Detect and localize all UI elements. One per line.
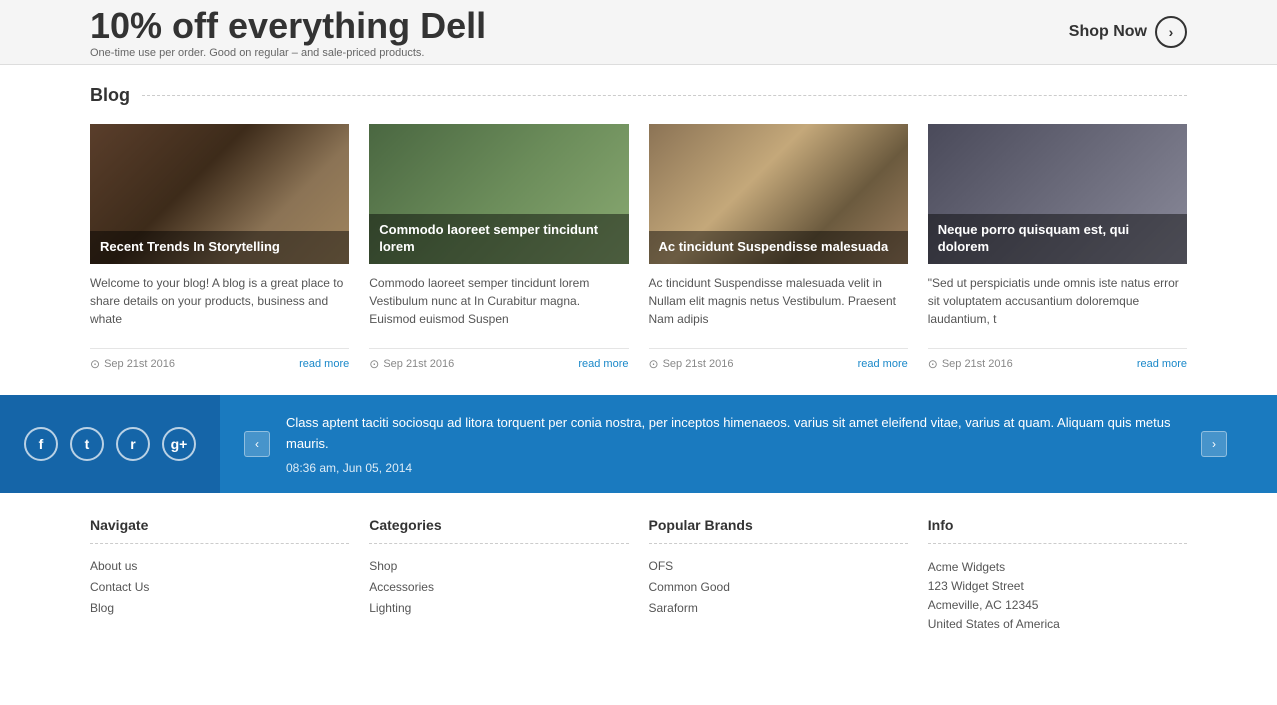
- categories-shop-link[interactable]: Shop: [369, 559, 397, 573]
- testimonial-content: Class aptent taciti sociosqu ad litora t…: [270, 413, 1201, 475]
- banner-title: 10% off everything Dell: [90, 5, 486, 47]
- list-item: Blog: [90, 600, 349, 615]
- blog-card-title-3: Ac tincidunt Suspendisse malesuada: [649, 231, 908, 264]
- twitter-icon[interactable]: t: [70, 427, 104, 461]
- blog-card-footer-3: ⊙ Sep 21st 2016 read more: [649, 348, 908, 371]
- blog-card-image-3: Ac tincidunt Suspendisse malesuada: [649, 124, 908, 264]
- shop-now-button[interactable]: Shop Now ›: [1069, 16, 1187, 48]
- blog-card-title-1: Recent Trends In Storytelling: [90, 231, 349, 264]
- navigate-blog-link[interactable]: Blog: [90, 601, 114, 615]
- blog-card-excerpt-2: Commodo laoreet semper tincidunt lorem V…: [369, 274, 628, 328]
- blog-card-date-text-3: Sep 21st 2016: [663, 358, 734, 370]
- list-item: OFS: [649, 558, 908, 573]
- list-item: Accessories: [369, 579, 628, 594]
- footer-address: Acme Widgets123 Widget StreetAcmeville, …: [928, 558, 1187, 635]
- blog-card-2: Commodo laoreet semper tincidunt lorem C…: [369, 124, 628, 371]
- facebook-icon[interactable]: f: [24, 427, 58, 461]
- footer-brands-divider: [649, 543, 908, 544]
- blog-card-date-text-2: Sep 21st 2016: [383, 358, 454, 370]
- rss-icon[interactable]: r: [116, 427, 150, 461]
- shop-now-label: Shop Now: [1069, 23, 1147, 41]
- clock-icon-3: ⊙: [649, 357, 659, 371]
- list-item: Lighting: [369, 600, 628, 615]
- banner: 10% off everything Dell One-time use per…: [0, 0, 1277, 65]
- blog-card-image-4: Neque porro quisquam est, qui dolorem: [928, 124, 1187, 264]
- read-more-link-2[interactable]: read more: [578, 358, 628, 370]
- footer-info-divider: [928, 543, 1187, 544]
- testimonial-prev-button[interactable]: ‹: [244, 431, 270, 457]
- testimonial-bar: ‹ Class aptent taciti sociosqu ad litora…: [220, 395, 1277, 493]
- footer-info: Info Acme Widgets123 Widget StreetAcmevi…: [928, 517, 1187, 635]
- social-testimonial-bar: f t r g+ ‹ Class aptent taciti sociosqu …: [0, 395, 1277, 493]
- brands-common-good-link[interactable]: Common Good: [649, 580, 730, 594]
- footer-categories-list: Shop Accessories Lighting: [369, 558, 628, 615]
- footer-brands-list: OFS Common Good Saraform: [649, 558, 908, 615]
- brands-saraform-link[interactable]: Saraform: [649, 601, 698, 615]
- read-more-link-4[interactable]: read more: [1137, 358, 1187, 370]
- testimonial-date: 08:36 am, Jun 05, 2014: [286, 461, 1185, 475]
- footer-navigate: Navigate About us Contact Us Blog: [90, 517, 349, 635]
- footer-navigate-list: About us Contact Us Blog: [90, 558, 349, 615]
- list-item: Contact Us: [90, 579, 349, 594]
- social-bar: f t r g+: [0, 395, 220, 493]
- footer-categories: Categories Shop Accessories Lighting: [369, 517, 628, 635]
- blog-card-excerpt-1: Welcome to your blog! A blog is a great …: [90, 274, 349, 328]
- blog-card-body-4: "Sed ut perspiciatis unde omnis iste nat…: [928, 264, 1187, 348]
- blog-card-title-4: Neque porro quisquam est, qui dolorem: [928, 214, 1187, 264]
- blog-card-footer-2: ⊙ Sep 21st 2016 read more: [369, 348, 628, 371]
- shop-now-arrow-icon: ›: [1155, 16, 1187, 48]
- navigate-about-link[interactable]: About us: [90, 559, 137, 573]
- blog-card-excerpt-4: "Sed ut perspiciatis unde omnis iste nat…: [928, 274, 1187, 328]
- blog-card-body-3: Ac tincidunt Suspendisse malesuada velit…: [649, 264, 908, 348]
- categories-lighting-link[interactable]: Lighting: [369, 601, 411, 615]
- blog-card-title-2: Commodo laoreet semper tincidunt lorem: [369, 214, 628, 264]
- blog-card-date-4: ⊙ Sep 21st 2016: [928, 357, 1013, 371]
- list-item: Saraform: [649, 600, 908, 615]
- categories-accessories-link[interactable]: Accessories: [369, 580, 434, 594]
- blog-card-date-text-1: Sep 21st 2016: [104, 358, 175, 370]
- footer-popular-brands: Popular Brands OFS Common Good Saraform: [649, 517, 908, 635]
- blog-card-3: Ac tincidunt Suspendisse malesuada Ac ti…: [649, 124, 908, 371]
- list-item: About us: [90, 558, 349, 573]
- blog-card-date-1: ⊙ Sep 21st 2016: [90, 357, 175, 371]
- clock-icon-4: ⊙: [928, 357, 938, 371]
- banner-subtitle: One-time use per order. Good on regular …: [90, 47, 486, 59]
- blog-card-body-2: Commodo laoreet semper tincidunt lorem V…: [369, 264, 628, 348]
- blog-card-image-1: Recent Trends In Storytelling: [90, 124, 349, 264]
- blog-card-footer-4: ⊙ Sep 21st 2016 read more: [928, 348, 1187, 371]
- footer-popular-brands-title: Popular Brands: [649, 517, 908, 533]
- clock-icon-1: ⊙: [90, 357, 100, 371]
- footer-navigate-divider: [90, 543, 349, 544]
- blog-card-date-3: ⊙ Sep 21st 2016: [649, 357, 734, 371]
- blog-card-date-2: ⊙ Sep 21st 2016: [369, 357, 454, 371]
- blog-card-body-1: Welcome to your blog! A blog is a great …: [90, 264, 349, 348]
- footer-categories-title: Categories: [369, 517, 628, 533]
- testimonial-next-button[interactable]: ›: [1201, 431, 1227, 457]
- blog-divider: [142, 95, 1187, 96]
- read-more-link-3[interactable]: read more: [858, 358, 908, 370]
- blog-card-footer-1: ⊙ Sep 21st 2016 read more: [90, 348, 349, 371]
- blog-card-image-2: Commodo laoreet semper tincidunt lorem: [369, 124, 628, 264]
- footer-info-title: Info: [928, 517, 1187, 533]
- read-more-link-1[interactable]: read more: [299, 358, 349, 370]
- list-item: Shop: [369, 558, 628, 573]
- google-plus-icon[interactable]: g+: [162, 427, 196, 461]
- navigate-contact-link[interactable]: Contact Us: [90, 580, 149, 594]
- testimonial-text: Class aptent taciti sociosqu ad litora t…: [286, 413, 1185, 455]
- blog-section-header: Blog: [90, 85, 1187, 106]
- blog-card-1: Recent Trends In Storytelling Welcome to…: [90, 124, 349, 371]
- blog-card-4: Neque porro quisquam est, qui dolorem "S…: [928, 124, 1187, 371]
- blog-grid: Recent Trends In Storytelling Welcome to…: [90, 124, 1187, 371]
- brands-ofs-link[interactable]: OFS: [649, 559, 674, 573]
- clock-icon-2: ⊙: [369, 357, 379, 371]
- blog-card-date-text-4: Sep 21st 2016: [942, 358, 1013, 370]
- list-item: Common Good: [649, 579, 908, 594]
- footer-categories-divider: [369, 543, 628, 544]
- blog-section: Blog Recent Trends In Storytelling Welco…: [0, 65, 1277, 371]
- blog-section-title: Blog: [90, 85, 130, 106]
- footer-columns: Navigate About us Contact Us Blog Catego…: [0, 493, 1277, 635]
- blog-card-excerpt-3: Ac tincidunt Suspendisse malesuada velit…: [649, 274, 908, 328]
- footer-navigate-title: Navigate: [90, 517, 349, 533]
